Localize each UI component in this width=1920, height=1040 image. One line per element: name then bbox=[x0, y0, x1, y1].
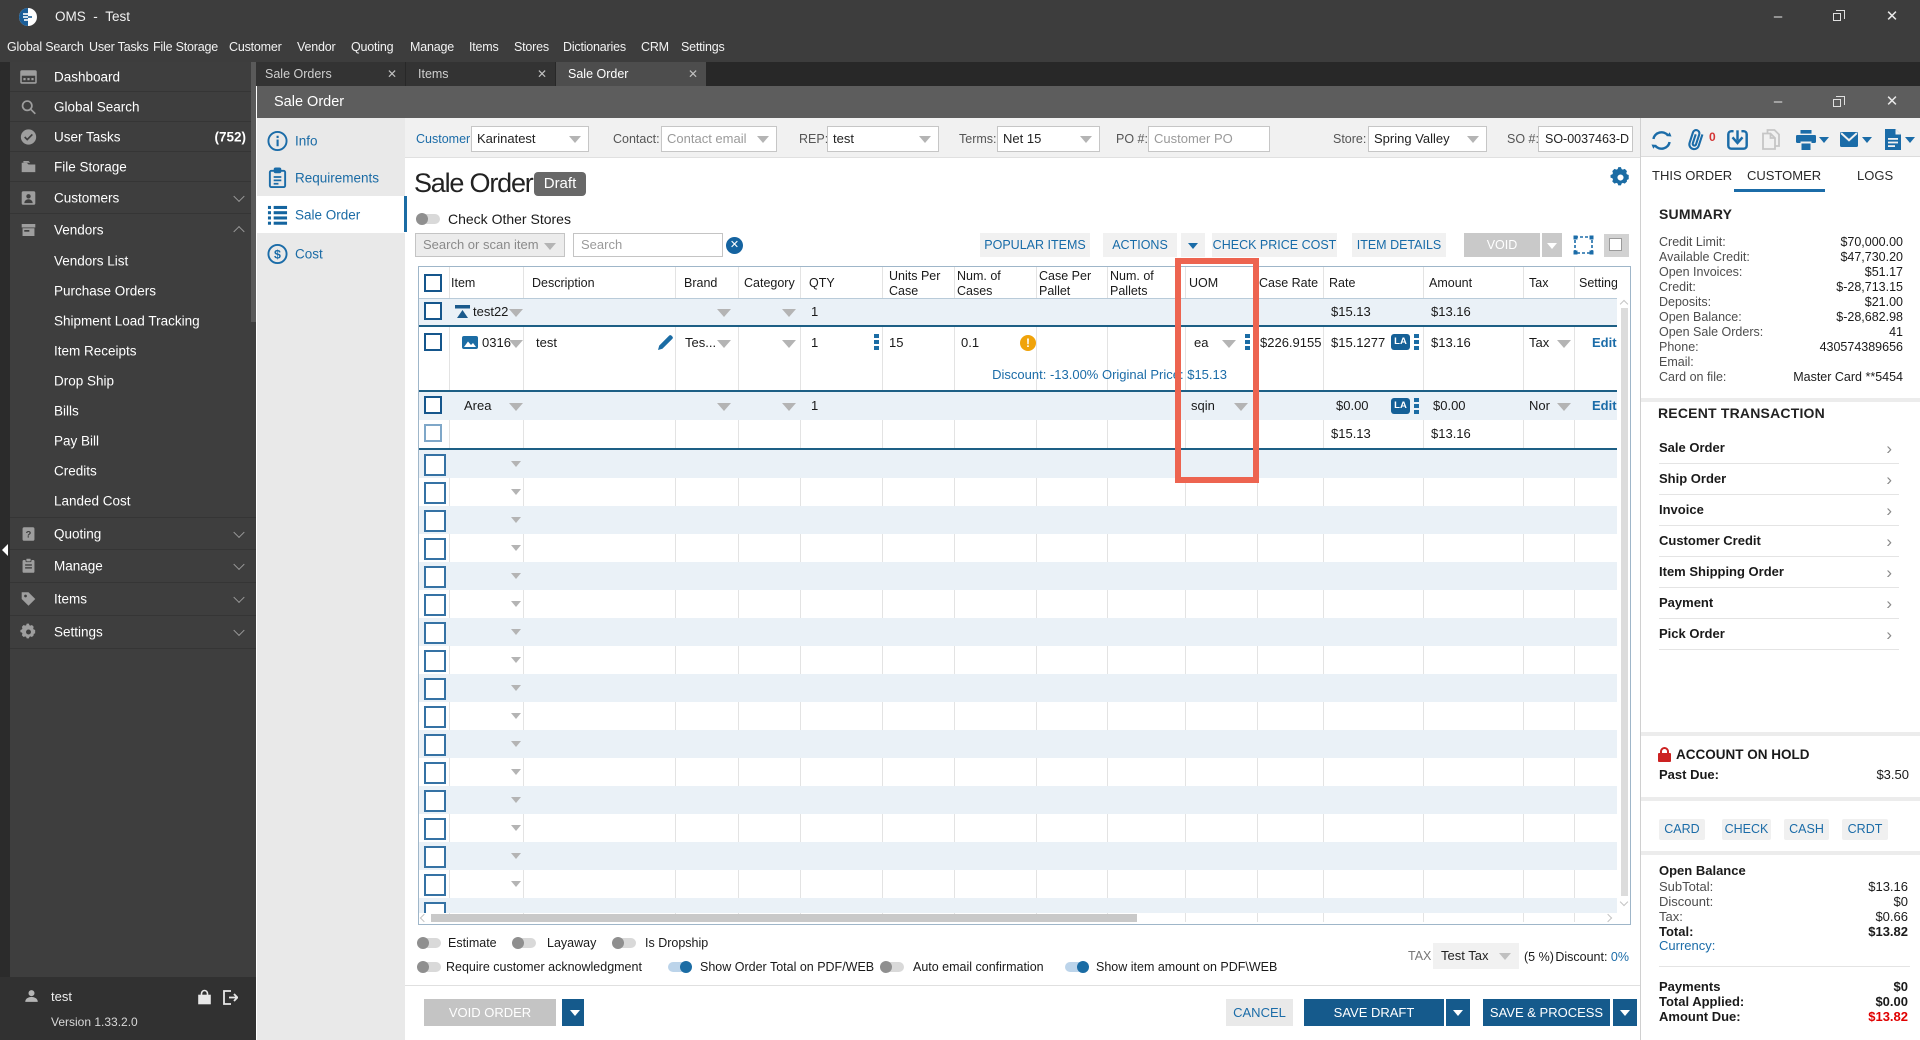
svg-text:$: $ bbox=[274, 247, 281, 261]
svg-text:?: ? bbox=[26, 529, 32, 539]
